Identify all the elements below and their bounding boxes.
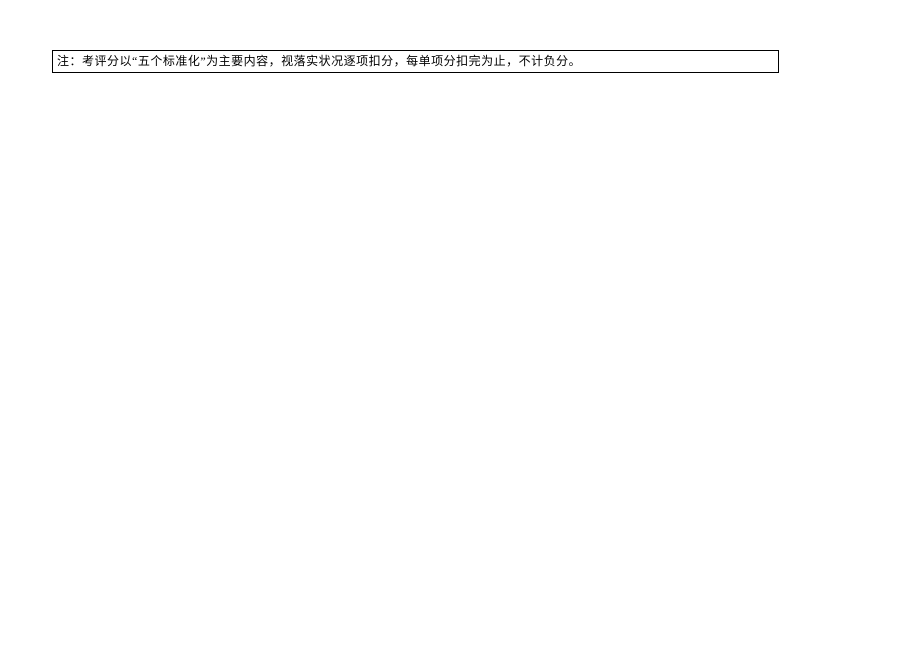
document-page: 注：考评分以“五个标准化”为主要内容，视落实状况逐项扣分，每单项分扣完为止，不计… bbox=[0, 0, 920, 651]
note-box: 注：考评分以“五个标准化”为主要内容，视落实状况逐项扣分，每单项分扣完为止，不计… bbox=[52, 50, 779, 73]
note-text: 注：考评分以“五个标准化”为主要内容，视落实状况逐项扣分，每单项分扣完为止，不计… bbox=[57, 54, 581, 68]
